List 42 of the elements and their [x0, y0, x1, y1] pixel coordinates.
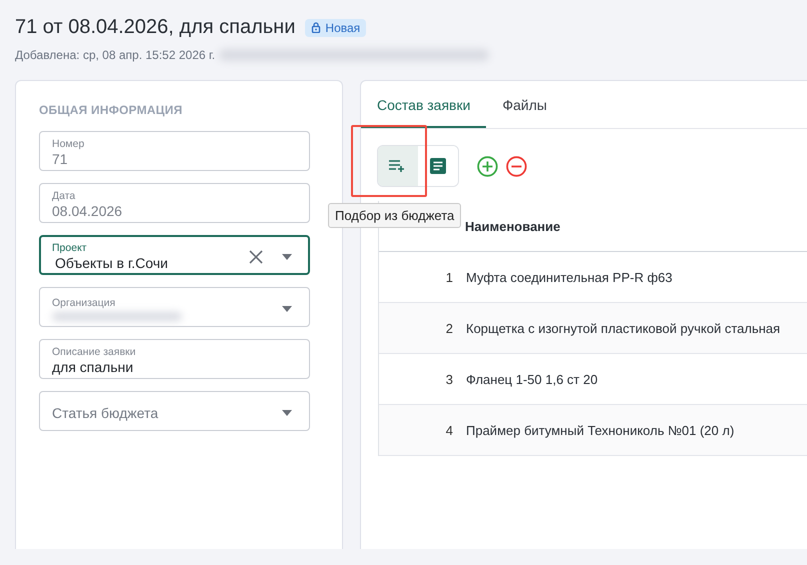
lock-icon	[311, 22, 322, 33]
input-field[interactable]: Описание заявки для спальни	[39, 339, 310, 379]
caret-icon[interactable]	[282, 410, 292, 416]
table-cell: Праймер битумный Технониколь №01 (20 л)	[466, 422, 734, 438]
field-value: Объекты в г.Сочи	[54, 254, 169, 272]
field-label: Организация	[52, 297, 116, 309]
document-icon	[430, 158, 446, 174]
field-label: Проект	[52, 242, 88, 254]
tab[interactable]: Состав заявки	[361, 81, 486, 128]
column-header: Наименование	[465, 218, 560, 234]
table-cell: Фланец 1-50 1,6 ст 20	[466, 372, 598, 386]
created-date: Добавлена: ср, 08 апр. 15:52 2026 г.	[15, 48, 216, 62]
field-value: 71	[52, 150, 69, 168]
field-label: Описание заявки	[52, 346, 137, 358]
tab[interactable]: Файлы	[486, 81, 563, 128]
add-button[interactable]	[477, 156, 498, 176]
minus-circle-icon	[506, 156, 527, 176]
field-label: Номер	[52, 138, 86, 150]
add-from-budget-button[interactable]	[378, 146, 418, 186]
row-number: 3	[444, 372, 453, 386]
caret-icon[interactable]	[282, 306, 292, 312]
status-badge: Новая	[305, 18, 366, 36]
section-heading: ОБЩАЯ ИНФОРМАЦИЯ	[39, 103, 184, 117]
field-placeholder: Статья бюджета	[52, 405, 160, 421]
row-number: 2	[444, 320, 453, 336]
row-number: 4	[444, 422, 453, 438]
select-field[interactable]: Проект Объекты в г.Сочи	[39, 235, 310, 275]
playlist-add-icon	[389, 160, 407, 172]
plus-circle-icon	[477, 156, 498, 176]
field-label: Дата	[52, 190, 76, 202]
select-field[interactable]: Организация	[39, 287, 310, 327]
table-cell: Корщетка с изогнутой пластиковой ручкой стальная	[466, 320, 780, 336]
tooltip: Подбор из бюджета	[328, 203, 462, 228]
remove-button[interactable]	[506, 156, 527, 176]
field-value: 08.04.2026	[52, 202, 124, 220]
page-title: 71 от 08.04.2026, для спальни	[15, 16, 296, 39]
select-field[interactable]: Статья бюджета	[39, 391, 310, 431]
row-number: 1	[444, 270, 453, 284]
table-cell: Муфта соединительная PP-R ф63	[466, 270, 672, 284]
field-value: для спальни	[52, 358, 134, 376]
clear-icon[interactable]	[248, 248, 264, 264]
caret-icon[interactable]	[282, 254, 292, 260]
